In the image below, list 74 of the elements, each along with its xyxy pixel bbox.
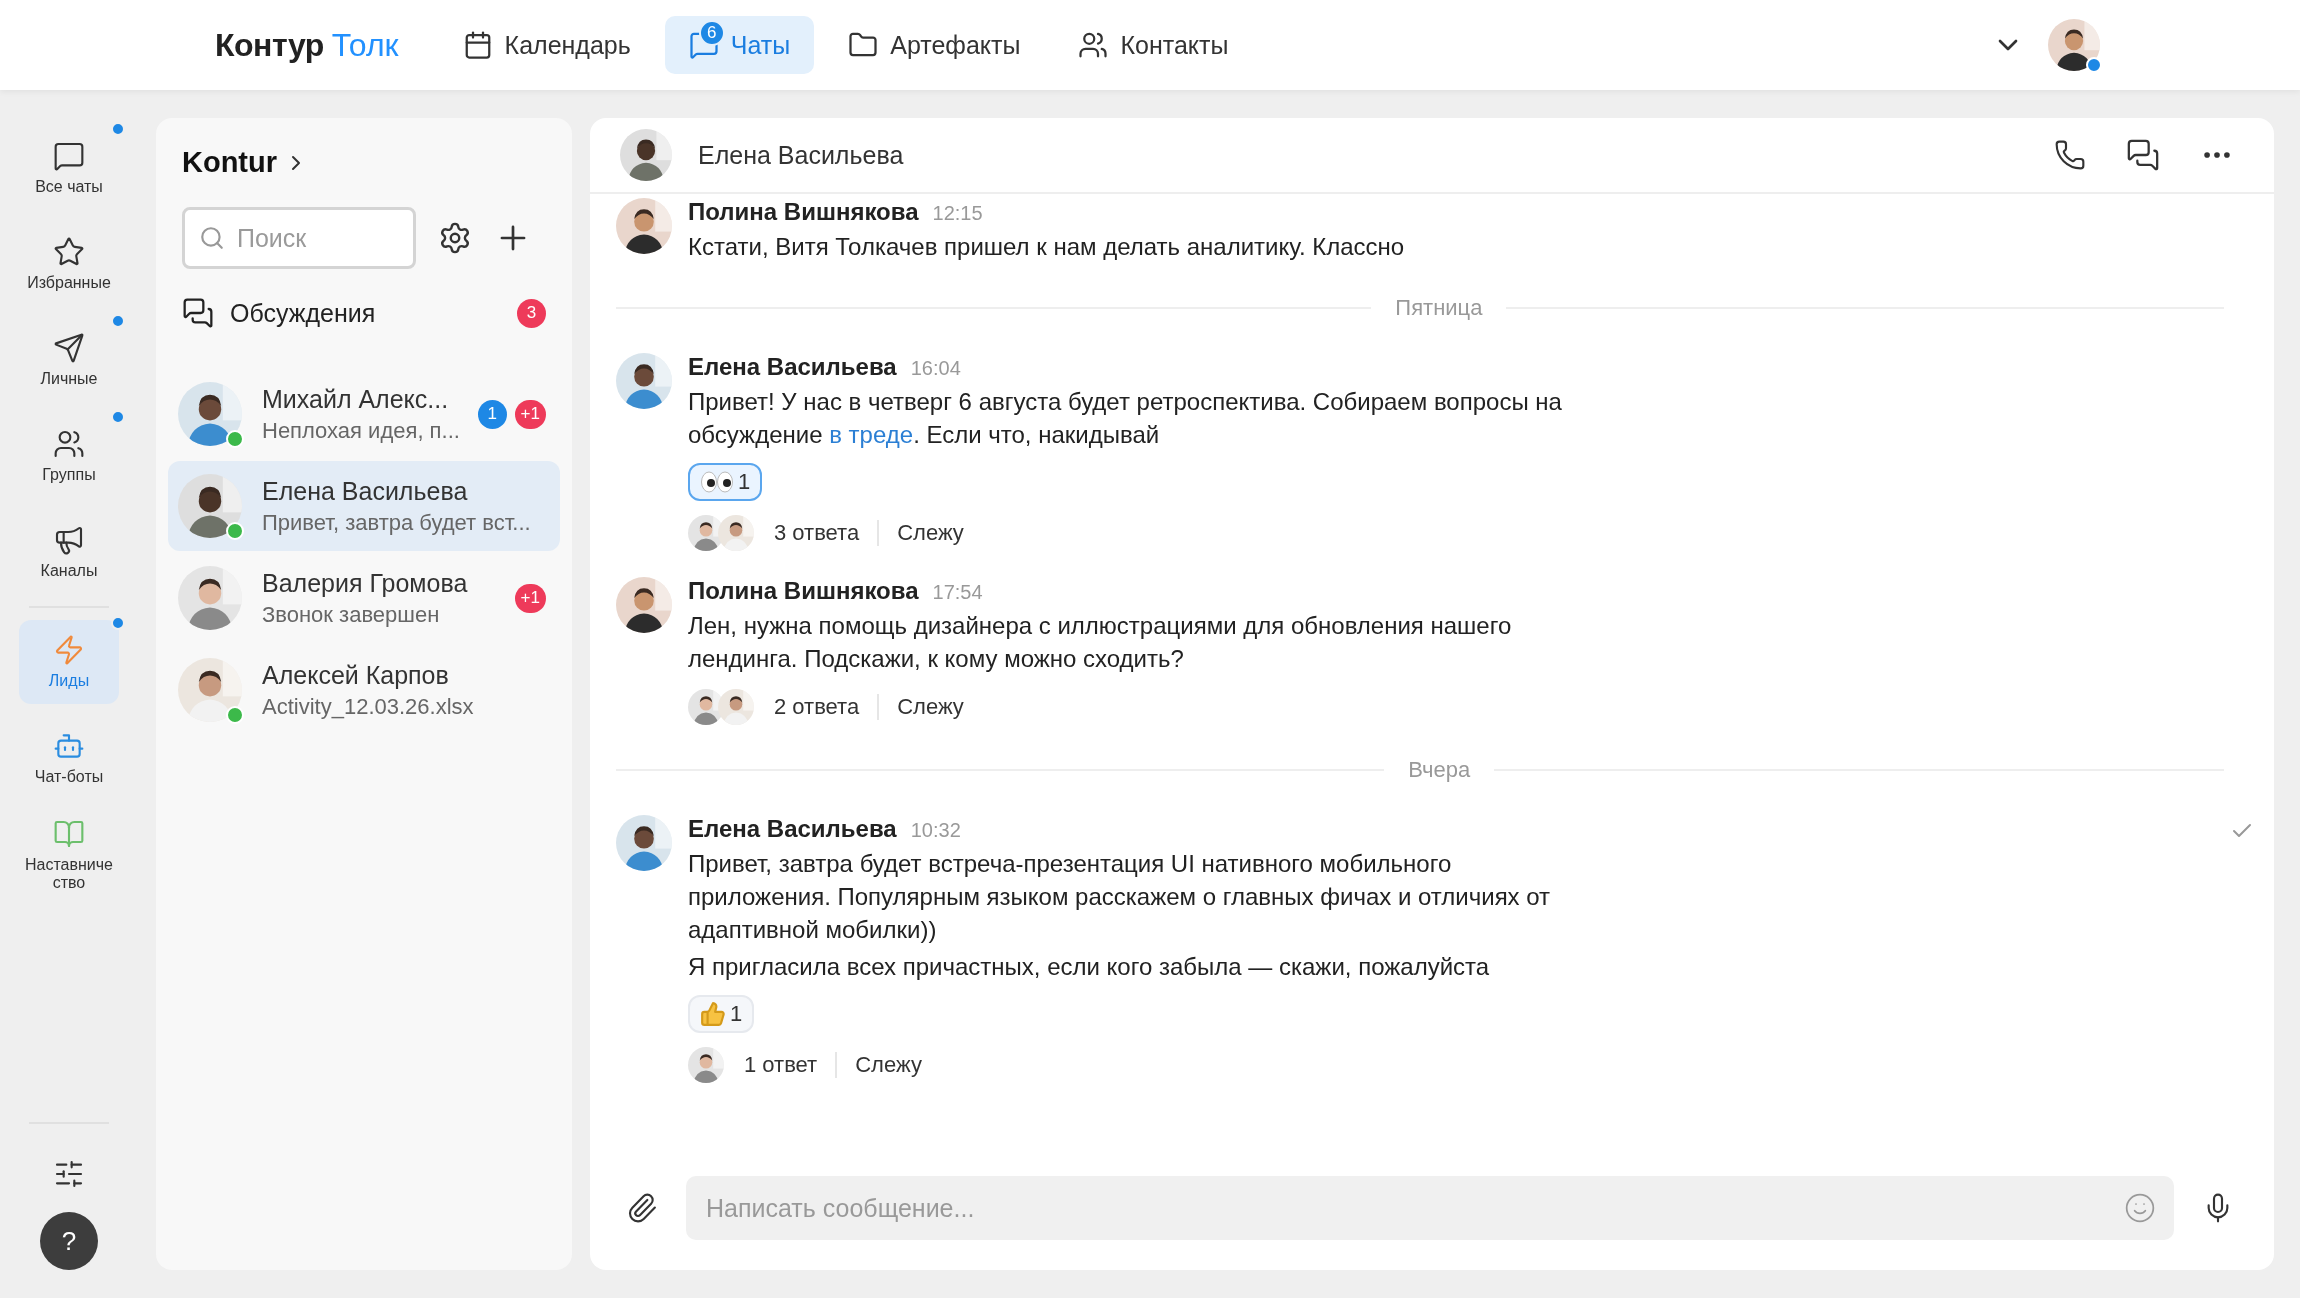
book-icon	[53, 818, 85, 850]
nav-tab[interactable]: 6 Чаты	[664, 16, 815, 74]
phone-icon[interactable]	[2054, 139, 2086, 171]
message-input[interactable]: Написать сообщение...	[686, 1176, 2174, 1240]
message-time: 16:04	[910, 357, 961, 380]
nav-tab[interactable]: Календарь	[438, 16, 655, 74]
follow-link[interactable]: Слежу	[897, 520, 964, 546]
chevron-right-icon	[291, 154, 302, 171]
message-time: 17:54	[932, 581, 983, 604]
sidebar-item[interactable]: Наставничество	[19, 812, 119, 898]
people-icon	[1078, 30, 1109, 60]
sliders-icon[interactable]	[53, 1158, 85, 1190]
lightning-icon	[53, 634, 85, 667]
unread-badge: 6	[698, 20, 725, 46]
follow-link[interactable]: Слежу	[897, 694, 964, 720]
chat-preview: Activity_12.03.26.xlsx	[262, 693, 475, 720]
count-badge: +1	[514, 399, 546, 429]
date-separator: Пятница	[1395, 295, 1483, 321]
count-badge: 3	[517, 298, 546, 328]
sidebar-item[interactable]: Чат-боты	[19, 716, 119, 800]
message-text: Привет, завтра будет встреча-презентация UI нативного мобильного приложения. Популярным языком расскажем о главных фичах и отличиях от адаптивной мобилки))	[688, 849, 1552, 945]
chat-bubbles-icon	[182, 297, 214, 329]
chat-bubbles-icon[interactable]	[2126, 138, 2160, 172]
chat-list-item[interactable]: Валерия Громова Звонок завершен +1	[168, 553, 560, 643]
chat-list-item[interactable]: Михайл Алекс... Неплохая идея, п... 1 +1	[168, 369, 560, 459]
chat-list-item[interactable]: Алексей Карпов Activity_12.03.26.xlsx	[168, 645, 560, 735]
message-text: Кстати, Витя Толкачев пришел к нам делать аналитику. Классно	[688, 232, 1406, 262]
discussions-item[interactable]: Обсуждения 3	[168, 291, 560, 335]
sidebar-item[interactable]: Каналы	[19, 510, 119, 594]
chat-list-item[interactable]: Елена Васильева Привет, завтра будет вст...	[168, 461, 560, 551]
megaphone-icon	[53, 524, 85, 557]
chat-name: Михайл Алекс...	[262, 384, 450, 414]
search-icon	[199, 225, 225, 251]
message-author: Елена Васильева	[688, 353, 897, 381]
thread-link[interactable]: в треде	[829, 421, 914, 448]
count-badge: 1	[477, 399, 507, 429]
paper-plane-icon	[53, 332, 85, 365]
chat-bubble-icon	[53, 140, 85, 173]
replies-link[interactable]: 1 ответ	[744, 1052, 818, 1078]
date-separator: Вчера	[1408, 757, 1471, 783]
help-button[interactable]: ?	[40, 1212, 98, 1270]
message-text: Лен, нужна помощь дизайнера с иллюстрациями для обновления нашего лендинга. Подскажи, к кому можно сходить?	[688, 611, 1513, 674]
nav-tab[interactable]: Артефакты	[824, 16, 1045, 74]
message-time: 12:15	[932, 202, 983, 225]
message-author: Полина Вишнякова	[688, 577, 919, 605]
thumbs-up-icon	[700, 1001, 726, 1027]
reaction-button[interactable]: 1	[688, 463, 763, 501]
message-text: Я пригласила всех причастных, если кого забыла — скажи, пожалуйста	[688, 952, 1491, 982]
chat-name: Валерия Громова	[262, 568, 469, 598]
sidebar-item[interactable]: Личные	[19, 318, 119, 402]
sidebar-item[interactable]: Группы	[19, 414, 119, 498]
workspace-title[interactable]: Kontur	[168, 146, 560, 179]
chat-preview: Неплохая идея, п...	[262, 417, 458, 444]
chat-preview: Звонок завершен	[262, 601, 441, 628]
replies-link[interactable]: 2 ответа	[774, 694, 860, 720]
sidebar-item[interactable]: Избранные	[19, 222, 119, 306]
message-text: Привет! У нас в четверг 6 августа будет ретроспектива. Собираем вопросы на обсуждение в треде. Если что, накидывай	[688, 387, 1563, 450]
paperclip-icon[interactable]	[626, 1192, 658, 1224]
chat-name: Алексей Карпов	[262, 660, 450, 690]
message-author: Елена Васильева	[688, 815, 897, 843]
message-time: 10:32	[910, 819, 961, 842]
chat-title: Елена Васильева	[698, 140, 904, 170]
reaction-button[interactable]: 1	[688, 995, 755, 1033]
follow-link[interactable]: Слежу	[855, 1052, 922, 1078]
logo: Контур Толк	[215, 26, 399, 64]
eyes-icon	[700, 471, 734, 493]
nav-tab[interactable]: Контакты	[1054, 16, 1253, 74]
message-author: Полина Вишнякова	[688, 198, 919, 226]
search-field[interactable]: Поиск	[182, 207, 416, 269]
sidebar-item[interactable]: Все чаты	[19, 126, 119, 210]
replies-link[interactable]: 3 ответа	[774, 520, 860, 546]
settings-icon[interactable]	[438, 221, 472, 255]
count-badge: +1	[514, 583, 546, 613]
chat-name: Елена Васильева	[262, 476, 469, 506]
